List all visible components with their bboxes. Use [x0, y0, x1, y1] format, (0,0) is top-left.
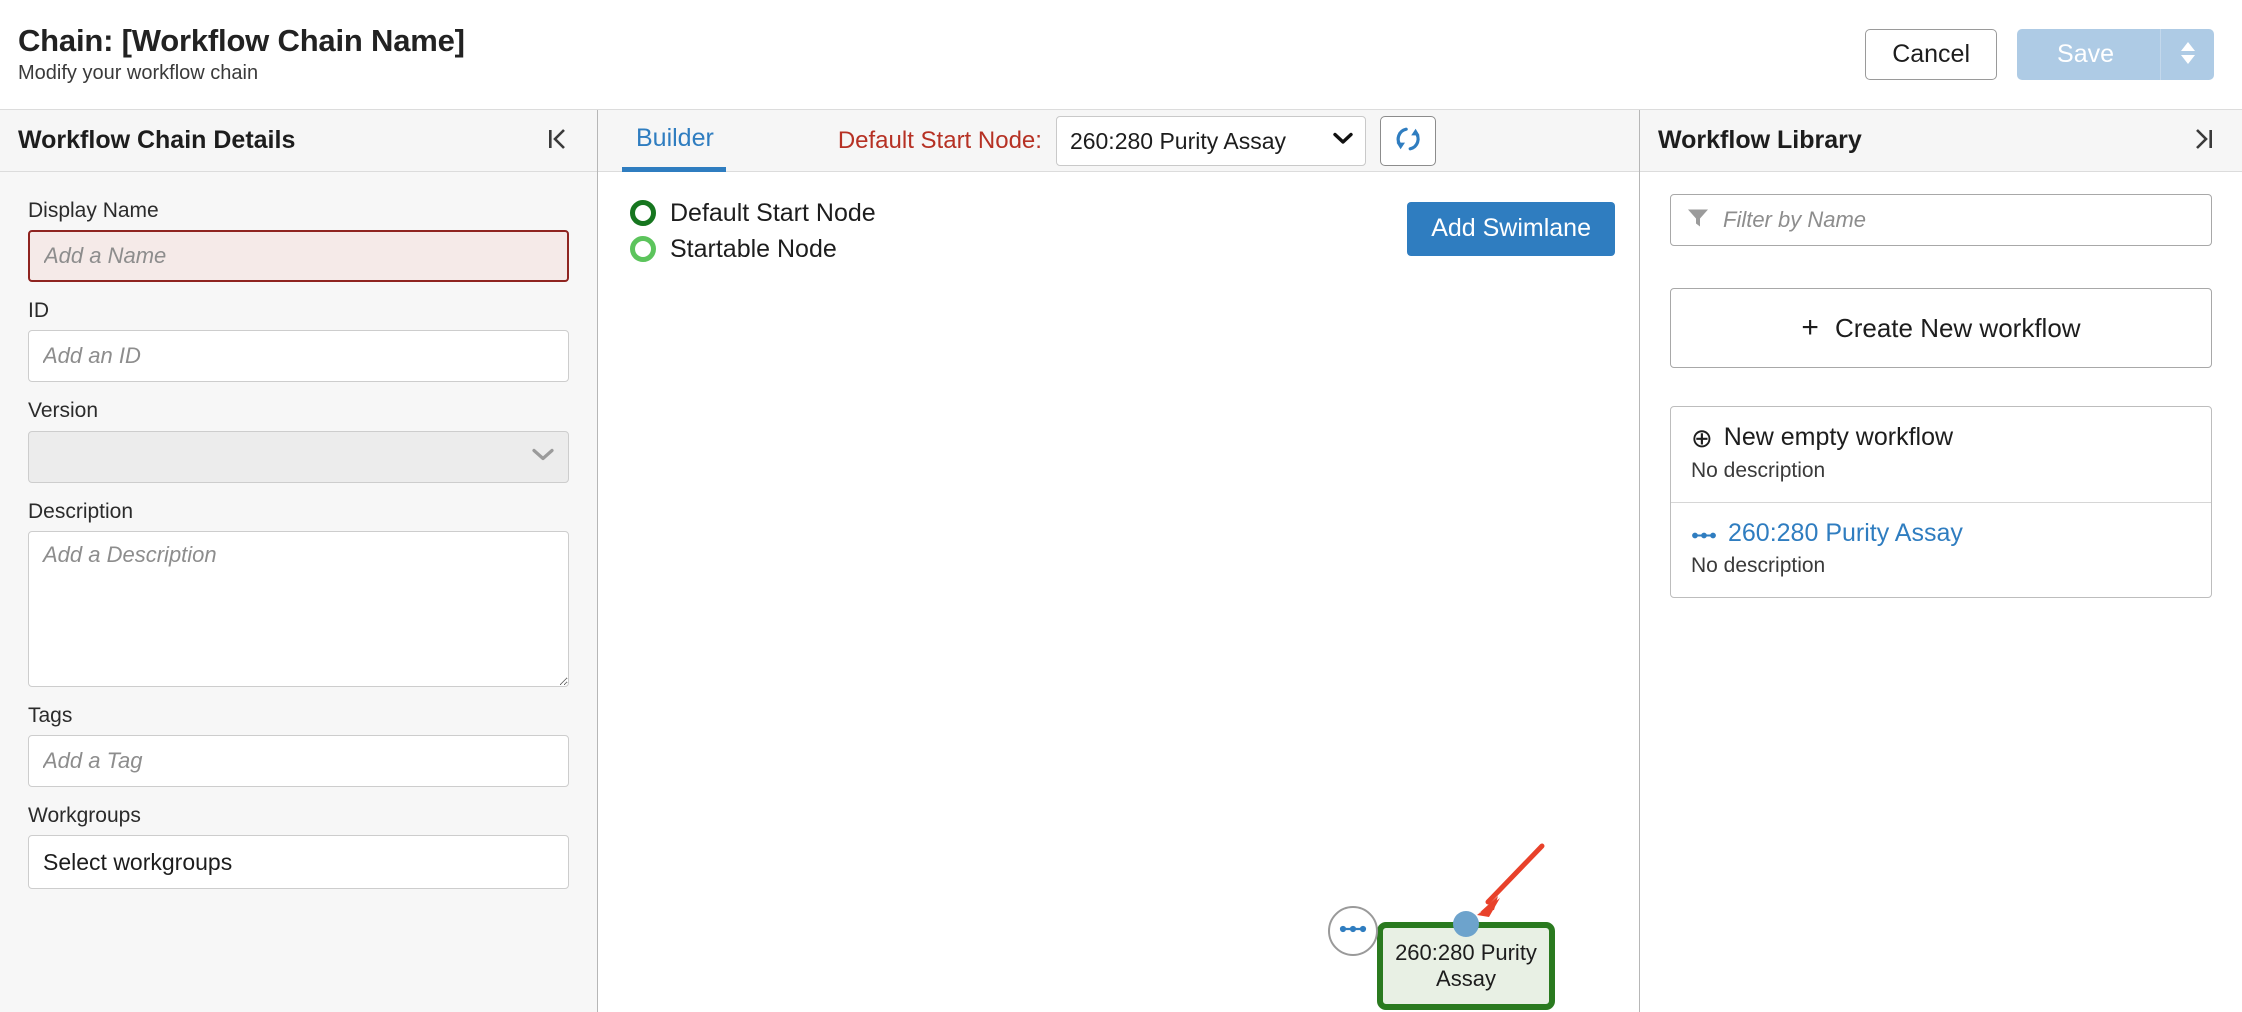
- left-panel-title: Workflow Chain Details: [18, 126, 296, 154]
- workgroups-label: Workgroups: [28, 803, 141, 827]
- plus-icon: +: [1801, 311, 1819, 344]
- circle-outline-icon: [630, 200, 656, 226]
- list-item[interactable]: ⊕ New empty workflow No description: [1671, 407, 2211, 503]
- description-label: Description: [28, 499, 134, 523]
- filter-by-name-input[interactable]: [1670, 194, 2212, 246]
- field-version: Version: [28, 398, 569, 483]
- tab-builder[interactable]: Builder: [622, 110, 726, 172]
- workflow-item-description: No description: [1691, 458, 1826, 482]
- left-panel-body: Display Name ID Version: [0, 172, 597, 1012]
- workflow-item-title: New empty workflow: [1723, 423, 1954, 451]
- workflow-dots-icon: [1338, 922, 1368, 940]
- description-textarea[interactable]: [28, 530, 569, 687]
- workflow-node-label: 260:280 Purity Assay: [1395, 940, 1537, 991]
- field-display-name: Display Name: [28, 198, 569, 283]
- display-name-label: Display Name: [28, 199, 159, 222]
- create-new-workflow-label: Create New workflow: [1834, 312, 2081, 343]
- workflow-item-title-row: 260:280 Purity Assay: [1691, 518, 2191, 548]
- id-input[interactable]: [28, 330, 569, 383]
- legend-label: Default Start Node: [670, 198, 876, 227]
- collapse-right-icon: [2190, 126, 2216, 155]
- header-actions: Cancel Save: [1865, 28, 2214, 81]
- save-split-button[interactable]: Save: [2017, 28, 2214, 81]
- workflow-node-container: 260:280 Purity Assay 260:280 Purity Assa…: [1328, 906, 1555, 1012]
- page-subtitle: Modify your workflow chain: [18, 62, 259, 85]
- node-connector-handle[interactable]: [1453, 911, 1479, 937]
- right-panel-header: Workflow Library: [1640, 110, 2242, 172]
- workflow-item-description: No description: [1691, 554, 1826, 578]
- default-start-node-select[interactable]: 260:280 Purity Assay: [1055, 115, 1366, 166]
- header-titles: Chain: [Workflow Chain Name] Modify your…: [18, 22, 465, 85]
- circle-outline-icon: [630, 236, 656, 262]
- id-label: ID: [28, 299, 49, 323]
- legend-item-startable-node: Startable Node: [630, 236, 876, 262]
- start-node-controls: Default Start Node: 260:280 Purity Assay: [838, 110, 1436, 171]
- page-title: Chain: [Workflow Chain Name]: [18, 22, 465, 58]
- refresh-button[interactable]: [1379, 115, 1436, 166]
- collapse-left-panel-button[interactable]: [541, 122, 575, 159]
- tags-input[interactable]: [28, 734, 569, 787]
- field-tags: Tags: [28, 703, 569, 787]
- workflow-item-title: 260:280 Purity Assay: [1728, 518, 1963, 547]
- circle-plus-icon: ⊕: [1691, 422, 1713, 453]
- canvas-legend: Default Start Node Startable Node: [630, 200, 876, 262]
- workflow-library-panel: Workflow Library Filter by Name + Create…: [1640, 110, 2242, 1012]
- field-description: Description: [28, 499, 569, 687]
- tags-label: Tags: [28, 703, 73, 727]
- cancel-button[interactable]: Cancel: [1865, 28, 1998, 81]
- version-select[interactable]: [28, 430, 569, 483]
- workflow-dots-icon: [1691, 520, 1717, 548]
- filter-field: [1670, 194, 2212, 246]
- right-panel-body: + Create New workflow ⊕ New empty workfl…: [1640, 172, 2242, 1012]
- create-new-workflow-button[interactable]: + Create New workflow: [1670, 288, 2212, 368]
- legend-label: Startable Node: [670, 234, 837, 263]
- workgroups-select[interactable]: Select workgroups: [28, 835, 569, 890]
- save-options-button[interactable]: [2160, 28, 2214, 81]
- workflow-item-title-row: ⊕ New empty workflow: [1691, 422, 2191, 453]
- workflow-library-list: ⊕ New empty workflow No description 260:…: [1670, 406, 2212, 599]
- main-body: Workflow Chain Details Display Name Add …: [0, 110, 2242, 1012]
- version-label: Version: [28, 399, 99, 423]
- node-menu-button[interactable]: [1328, 906, 1378, 956]
- collapse-right-panel-button[interactable]: [2186, 122, 2220, 159]
- right-panel-title: Workflow Library: [1658, 126, 1862, 154]
- sort-updown-icon: [2178, 38, 2198, 71]
- page-header: Chain: [Workflow Chain Name] Modify your…: [0, 0, 2242, 110]
- save-button[interactable]: Save: [2017, 29, 2160, 81]
- workflow-chain-details-panel: Workflow Chain Details Display Name Add …: [0, 110, 598, 1012]
- builder-toolbar: Builder Default Start Node: 260:280 Puri…: [598, 110, 1639, 172]
- default-start-node-label: Default Start Node:: [837, 126, 1042, 154]
- collapse-left-icon: [545, 126, 571, 155]
- display-name-input[interactable]: [28, 230, 569, 283]
- builder-canvas[interactable]: Default Start Node Startable Node Add Sw…: [598, 172, 1639, 1012]
- field-workgroups: Workgroups Select workgroups: [28, 803, 569, 890]
- builder-panel: Builder Default Start Node: 260:280 Puri…: [598, 110, 1640, 1012]
- refresh-sync-icon: [1393, 124, 1423, 157]
- workflow-node[interactable]: 260:280 Purity Assay: [1328, 906, 1555, 1010]
- workflow-chain-builder-page: Chain: [Workflow Chain Name] Modify your…: [0, 0, 2242, 1012]
- field-id: ID: [28, 298, 569, 383]
- list-item[interactable]: 260:280 Purity Assay No description: [1671, 503, 2211, 598]
- add-swimlane-button[interactable]: Add Swimlane: [1407, 202, 1615, 256]
- workgroups-value: Select workgroups: [43, 848, 233, 875]
- legend-item-default-start-node: Default Start Node: [630, 200, 876, 226]
- left-panel-header: Workflow Chain Details: [0, 110, 597, 172]
